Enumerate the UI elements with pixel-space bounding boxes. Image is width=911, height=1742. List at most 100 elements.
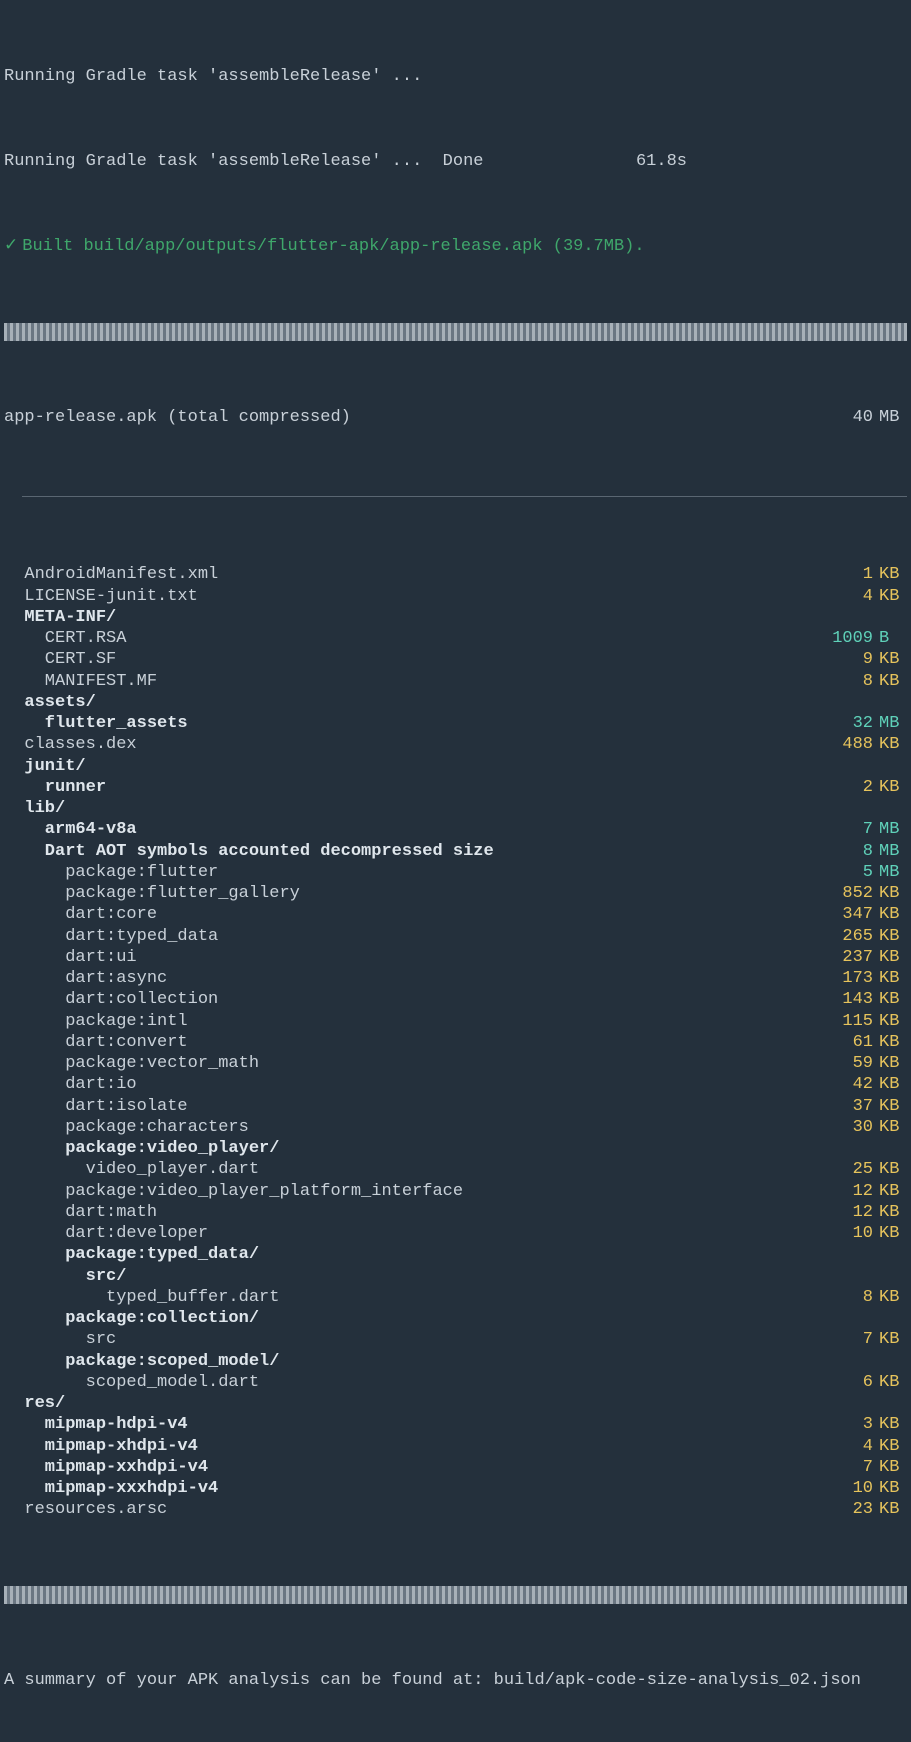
row-name: res/ — [4, 1393, 827, 1414]
tree-row: dart:typed_data265KB — [4, 926, 907, 947]
tree-row: src/ — [4, 1266, 907, 1287]
row-size: 143 — [827, 989, 873, 1010]
row-name: arm64-v8a — [4, 819, 827, 840]
tree-row: package:typed_data/ — [4, 1244, 907, 1265]
tree-row: package:flutter5MB — [4, 862, 907, 883]
tree-row: typed_buffer.dart8KB — [4, 1287, 907, 1308]
check-icon: ✓ — [4, 236, 18, 257]
row-name: package:intl — [4, 1011, 827, 1032]
row-size: 30 — [827, 1117, 873, 1138]
row-size: 115 — [827, 1011, 873, 1032]
tree-row: package:video_player_platform_interface1… — [4, 1181, 907, 1202]
row-unit: KB — [873, 1181, 907, 1202]
row-unit: KB — [873, 1499, 907, 1520]
row-unit: KB — [873, 564, 907, 585]
row-unit: KB — [873, 1117, 907, 1138]
apk-tree: AndroidManifest.xml1KB LICENSE-junit.txt… — [4, 564, 907, 1520]
row-size: 37 — [827, 1096, 873, 1117]
row-size: 488 — [827, 734, 873, 755]
row-size: 25 — [827, 1159, 873, 1180]
row-name: assets/ — [4, 692, 827, 713]
row-name: flutter_assets — [4, 713, 827, 734]
row-name: typed_buffer.dart — [4, 1287, 827, 1308]
row-size: 4 — [827, 1436, 873, 1457]
row-name: AndroidManifest.xml — [4, 564, 827, 585]
row-unit: KB — [873, 649, 907, 670]
tree-row: dart:async173KB — [4, 968, 907, 989]
row-name: package:collection/ — [4, 1308, 827, 1329]
row-size: 8 — [827, 841, 873, 862]
row-size: 265 — [827, 926, 873, 947]
row-name: package:vector_math — [4, 1053, 827, 1074]
row-name: MANIFEST.MF — [4, 671, 827, 692]
tree-row: resources.arsc23KB — [4, 1499, 907, 1520]
row-name: src/ — [4, 1266, 827, 1287]
gradle-text: Running Gradle task 'assembleRelease' ..… — [4, 66, 422, 87]
tree-row: META-INF/ — [4, 607, 907, 628]
tree-row: dart:convert61KB — [4, 1032, 907, 1053]
progress-bar-top — [4, 323, 907, 341]
row-unit: KB — [873, 1457, 907, 1478]
row-unit: KB — [873, 586, 907, 607]
gradle-done-text: Running Gradle task 'assembleRelease' ..… — [4, 151, 483, 172]
row-size: 1 — [827, 564, 873, 585]
row-unit: KB — [873, 671, 907, 692]
total-name: app-release.apk (total compressed) — [4, 407, 827, 428]
row-name: package:typed_data/ — [4, 1244, 827, 1265]
row-name: src — [4, 1329, 827, 1350]
row-name: LICENSE-junit.txt — [4, 586, 827, 607]
row-unit: KB — [873, 1414, 907, 1435]
row-unit: KB — [873, 1011, 907, 1032]
row-unit: KB — [873, 1436, 907, 1457]
tree-row: Dart AOT symbols accounted decompressed … — [4, 841, 907, 862]
divider-line — [22, 496, 907, 497]
built-text: Built build/app/outputs/flutter-apk/app-… — [22, 236, 644, 257]
row-size: 1009 — [827, 628, 873, 649]
row-name: package:video_player/ — [4, 1138, 827, 1159]
row-unit: KB — [873, 904, 907, 925]
tree-row: flutter_assets32MB — [4, 713, 907, 734]
tree-row: dart:io42KB — [4, 1074, 907, 1095]
row-unit: MB — [873, 862, 907, 883]
row-unit: KB — [873, 1329, 907, 1350]
row-size: 59 — [827, 1053, 873, 1074]
tree-row: dart:isolate37KB — [4, 1096, 907, 1117]
tree-row: dart:developer10KB — [4, 1223, 907, 1244]
tree-row: dart:core347KB — [4, 904, 907, 925]
row-unit: MB — [873, 713, 907, 734]
row-size: 347 — [827, 904, 873, 925]
tree-row: package:collection/ — [4, 1308, 907, 1329]
tree-row: assets/ — [4, 692, 907, 713]
tree-row: mipmap-xhdpi-v44KB — [4, 1436, 907, 1457]
row-unit: KB — [873, 1159, 907, 1180]
row-unit: MB — [873, 841, 907, 862]
row-unit: B — [873, 628, 907, 649]
row-size: 3 — [827, 1414, 873, 1435]
row-name: mipmap-xxhdpi-v4 — [4, 1457, 827, 1478]
tree-row: package:video_player/ — [4, 1138, 907, 1159]
tree-row: video_player.dart25KB — [4, 1159, 907, 1180]
built-line: ✓ Built build/app/outputs/flutter-apk/ap… — [4, 236, 907, 257]
row-name: dart:developer — [4, 1223, 827, 1244]
tree-row: lib/ — [4, 798, 907, 819]
tree-row: runner2KB — [4, 777, 907, 798]
row-name: dart:typed_data — [4, 926, 827, 947]
row-unit: KB — [873, 1287, 907, 1308]
row-name: package:flutter_gallery — [4, 883, 827, 904]
row-size: 4 — [827, 586, 873, 607]
tree-row: mipmap-xxxhdpi-v410KB — [4, 1478, 907, 1499]
row-unit: KB — [873, 1053, 907, 1074]
tree-row: MANIFEST.MF8KB — [4, 671, 907, 692]
tree-row: package:characters30KB — [4, 1117, 907, 1138]
row-size: 852 — [827, 883, 873, 904]
row-name: mipmap-hdpi-v4 — [4, 1414, 827, 1435]
summary-line: A summary of your APK analysis can be fo… — [4, 1670, 907, 1691]
row-unit: KB — [873, 1074, 907, 1095]
terminal-output: Running Gradle task 'assembleRelease' ..… — [0, 0, 911, 1742]
row-unit: KB — [873, 1478, 907, 1499]
row-name: classes.dex — [4, 734, 827, 755]
row-name: dart:io — [4, 1074, 827, 1095]
row-name: dart:async — [4, 968, 827, 989]
row-unit: KB — [873, 1372, 907, 1393]
row-size: 173 — [827, 968, 873, 989]
